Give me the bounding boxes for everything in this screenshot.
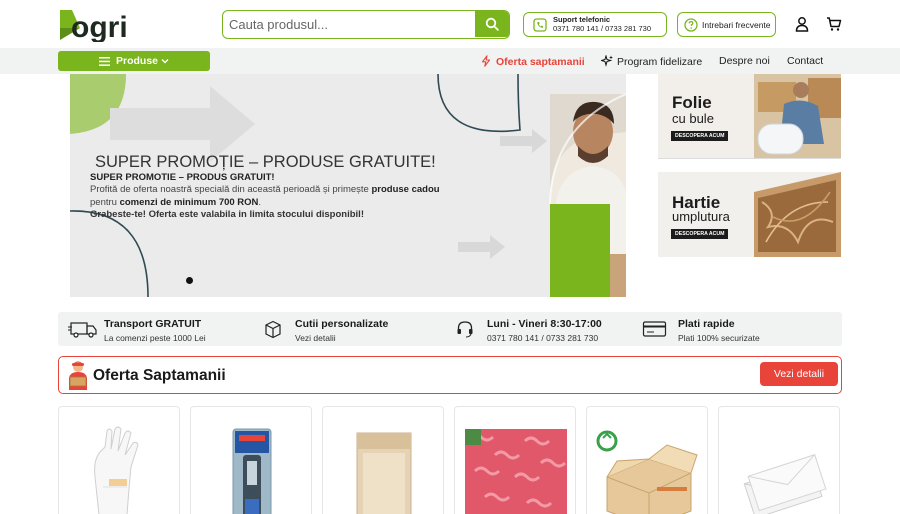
search-button[interactable] xyxy=(475,11,509,37)
oferta-title: Oferta Saptamanii xyxy=(93,367,226,384)
sparkle-icon xyxy=(601,55,613,67)
truck-icon xyxy=(68,322,97,338)
product-image-gloves xyxy=(94,426,139,514)
promo-subtitle: cu bule xyxy=(672,111,714,126)
nav-program-fidelizare[interactable]: Program fidelizare xyxy=(601,55,702,68)
hero-text-line: pentru comenzi de minimum 700 RON. xyxy=(90,197,261,208)
feature-title: Luni - Vineri 8:30-17:00 xyxy=(487,318,602,330)
delivery-person-icon xyxy=(69,361,87,390)
faq-label: Intrebari frecvente xyxy=(702,19,771,30)
chevron-down-icon xyxy=(161,59,169,64)
feature-program: Luni - Vineri 8:30-17:00 0371 780 141 / … xyxy=(455,312,645,346)
promo-cta-button[interactable]: DESCOPERA ACUM xyxy=(671,131,729,141)
hero-subtitle: SUPER PROMOTIE – PRODUS GRATUIT! xyxy=(90,172,275,183)
faq-pill[interactable]: Intrebari frecvente xyxy=(677,12,776,37)
product-image-cutter xyxy=(232,428,272,514)
feature-subtitle: Plati 100% securizate xyxy=(678,333,760,343)
feature-subtitle: Vezi detalii xyxy=(295,333,336,343)
search-input[interactable] xyxy=(223,11,473,37)
rogri-logo[interactable]: ogri xyxy=(58,6,158,44)
product-card[interactable] xyxy=(718,406,840,514)
produse-menu-button[interactable]: Produse xyxy=(58,51,210,71)
hero-text-bold: produse cadou xyxy=(371,184,440,195)
support-numbers: 0371 780 141 / 0733 281 730 xyxy=(553,24,652,33)
feature-title: Transport GRATUIT xyxy=(104,318,202,330)
promo-hartie-umplutura[interactable]: Hartie umplutura DESCOPERA ACUM xyxy=(658,172,841,257)
user-icon[interactable] xyxy=(794,16,810,32)
feature-transport: Transport GRATUIT La comenzi peste 1000 … xyxy=(68,312,248,346)
product-card[interactable] xyxy=(586,406,708,514)
support-phone-pill[interactable]: Suport telefonic 0371 780 141 / 0733 281… xyxy=(523,12,667,37)
hero-text-part: pentru xyxy=(90,197,120,208)
promo-title: Folie xyxy=(672,93,712,112)
hero-text-urgency: Grabeste-te! Oferta este valabila in lim… xyxy=(90,209,364,220)
nav-oferta-label: Oferta saptamanii xyxy=(496,56,585,68)
nav-oferta-saptamanii[interactable]: Oferta saptamanii xyxy=(480,55,585,68)
hamburger-icon xyxy=(98,56,110,66)
phone-icon xyxy=(533,17,547,32)
feature-title: Plati rapide xyxy=(678,318,735,330)
site-header: ogri Suport telefonic 0371 780 141 / 073… xyxy=(0,0,900,48)
feature-subtitle: 0371 780 141 / 0733 281 730 xyxy=(487,333,599,343)
help-icon xyxy=(684,17,698,32)
nav-fidelizare-label: Program fidelizare xyxy=(617,56,703,68)
product-card[interactable] xyxy=(190,406,312,514)
feature-subtitle: La comenzi peste 1000 Lei xyxy=(104,333,206,343)
features-strip: Transport GRATUIT La comenzi peste 1000 … xyxy=(58,312,842,346)
carousel-dot[interactable] xyxy=(186,277,193,284)
card-icon xyxy=(642,321,667,337)
product-card[interactable] xyxy=(322,406,444,514)
nav-contact[interactable]: Contact xyxy=(787,55,823,67)
support-title: Suport telefonic xyxy=(553,15,611,24)
box-icon xyxy=(265,320,281,339)
hero-banner[interactable]: SUPER PROMOȚIE – PRODUSE GRATUITE! SUPER… xyxy=(70,74,626,297)
product-image-envelope xyxy=(356,432,412,514)
svg-text:ogri: ogri xyxy=(71,11,128,42)
main-nav: Produse Oferta saptamanii Program fideli… xyxy=(0,48,900,74)
nav-despre-noi[interactable]: Despre noi xyxy=(719,55,770,67)
feature-plati: Plati rapide Plati 100% securizate xyxy=(642,312,832,346)
hero-text-bold: comenzi de minimum 700 RON xyxy=(119,197,259,208)
promo-folie-cu-bule[interactable]: Folie cu bule DESCOPERA ACUM xyxy=(658,74,841,159)
hero-text-part: . xyxy=(258,197,262,208)
headset-icon xyxy=(457,321,473,338)
product-image-box xyxy=(596,430,698,514)
product-card[interactable] xyxy=(454,406,576,514)
search-box xyxy=(222,10,510,39)
product-card[interactable] xyxy=(58,406,180,514)
promo-subtitle: umplutura xyxy=(672,209,730,224)
search-icon xyxy=(485,17,499,31)
hero-title: SUPER PROMOȚIE – PRODUSE GRATUITE! xyxy=(95,153,436,171)
oferta-saptamanii-bar: Oferta Saptamanii Vezi detalii xyxy=(58,356,842,394)
hero-text-part: Profită de oferta noastră specială din a… xyxy=(90,184,372,195)
promo-cta-button[interactable]: DESCOPERA ACUM xyxy=(671,229,729,239)
lightning-icon xyxy=(481,55,491,67)
vezi-detalii-button[interactable]: Vezi detalii xyxy=(760,362,838,386)
product-image-chips xyxy=(465,429,567,514)
feature-title: Cutii personalizate xyxy=(295,318,389,330)
feature-cutii[interactable]: Cutii personalizate Vezi detalii xyxy=(263,312,443,346)
cart-icon[interactable] xyxy=(826,16,842,32)
produse-label: Produse xyxy=(115,55,158,67)
product-image-envelopes xyxy=(743,454,827,514)
hero-text-line: Profită de oferta noastră specială din a… xyxy=(90,184,440,195)
